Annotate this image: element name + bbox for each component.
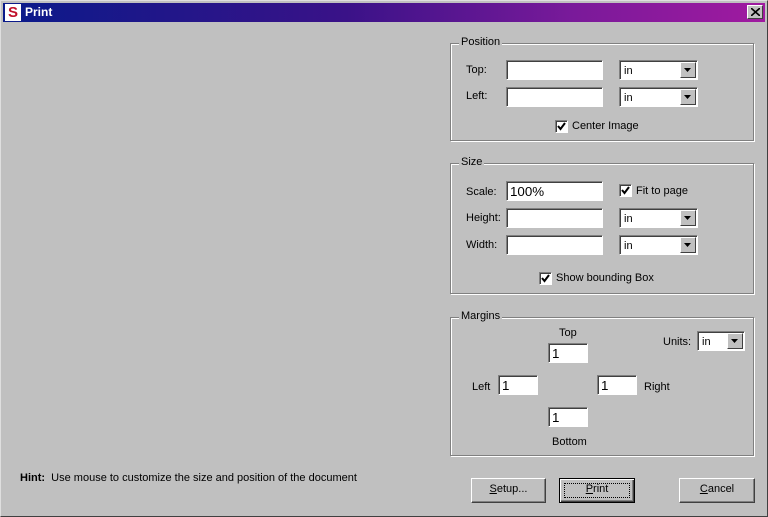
print-preview-area[interactable] [3,23,445,463]
chevron-down-icon [684,243,691,247]
margin-bottom-input[interactable] [548,407,588,427]
chevron-down-icon [684,216,691,220]
margin-top-label: Top [559,327,577,339]
setup-label-rest: etup... [496,483,528,495]
dropdown-button[interactable] [680,237,696,253]
position-legend: Position [459,36,503,48]
dropdown-button[interactable] [680,62,696,78]
position-group: Position Top: in Left: in Center Image [450,36,754,141]
dropdown-button[interactable] [727,333,743,349]
position-left-unit-value: in [624,92,633,104]
position-left-input[interactable] [506,87,603,107]
position-top-unit-value: in [624,65,633,77]
show-bounding-box-label[interactable]: Show bounding Box [556,271,654,285]
width-unit-value: in [624,240,633,252]
margins-legend: Margins [459,310,503,322]
print-button-label: Print [586,483,609,495]
app-icon: S [5,4,21,21]
position-top-unit-select[interactable]: in [619,60,698,80]
margin-right-input[interactable] [597,375,637,395]
size-legend: Size [459,156,485,168]
units-label: Units: [663,336,692,348]
width-unit-select[interactable]: in [619,235,698,255]
setup-mnemonic: S [489,483,497,495]
checkmark-icon [541,274,550,283]
margin-right-label: Right [644,381,670,393]
margin-units-value: in [702,336,711,348]
chevron-down-icon [731,339,738,343]
hint-message: Use mouse to customize the size and posi… [51,472,357,484]
cancel-mnemonic: C [699,483,708,495]
margin-top-input[interactable] [548,343,588,363]
margin-left-label: Left [472,381,491,393]
title-bar[interactable]: S Print [3,3,765,22]
hint-label: Hint: [20,472,46,484]
height-input[interactable] [506,208,603,228]
setup-button[interactable]: Setup... [471,478,546,503]
position-top-label: Top: [466,64,487,76]
height-label: Height: [466,212,501,224]
width-input[interactable] [506,235,603,255]
close-button[interactable] [747,5,763,19]
height-unit-value: in [624,213,633,225]
checkmark-icon [557,122,566,131]
center-image-label[interactable]: Center Image [572,119,639,133]
margin-units-select[interactable]: in [697,331,745,351]
scale-label: Scale: [466,186,497,198]
fit-to-page-checkbox[interactable] [619,184,632,197]
width-label: Width: [466,239,498,251]
position-left-label: Left: [466,90,488,102]
print-label-rest: rint [593,483,609,495]
margin-left-input[interactable] [498,375,538,395]
size-group: Size Scale: Fit to page Height: in Width… [450,156,754,294]
position-top-input[interactable] [506,60,603,80]
fit-to-page-label[interactable]: Fit to page [636,184,688,198]
position-left-unit-select[interactable]: in [619,87,698,107]
chevron-down-icon [684,95,691,99]
cancel-button[interactable]: Cancel [679,478,755,503]
window-title: Print [25,5,53,19]
cancel-button-label: Cancel [700,483,734,495]
dropdown-button[interactable] [680,89,696,105]
height-unit-select[interactable]: in [619,208,698,228]
chevron-down-icon [684,68,691,72]
cancel-label-rest: ancel [707,483,735,495]
hint-text: Hint: Use mouse to customize the size an… [20,471,357,485]
close-icon [751,8,760,16]
dropdown-button[interactable] [680,210,696,226]
print-dialog: S Print Position Top: in Left: in Center… [0,0,768,517]
checkmark-icon [621,186,630,195]
print-button[interactable]: Print [559,478,635,503]
setup-button-label: Setup... [490,483,528,495]
scale-input[interactable] [506,181,603,201]
show-bounding-box-checkbox[interactable] [539,272,552,285]
margins-group: Margins Top Units: in Left Right Bottom [450,310,754,456]
center-image-checkbox[interactable] [555,120,568,133]
print-mnemonic: P [585,483,594,495]
margin-bottom-label: Bottom [552,436,587,448]
